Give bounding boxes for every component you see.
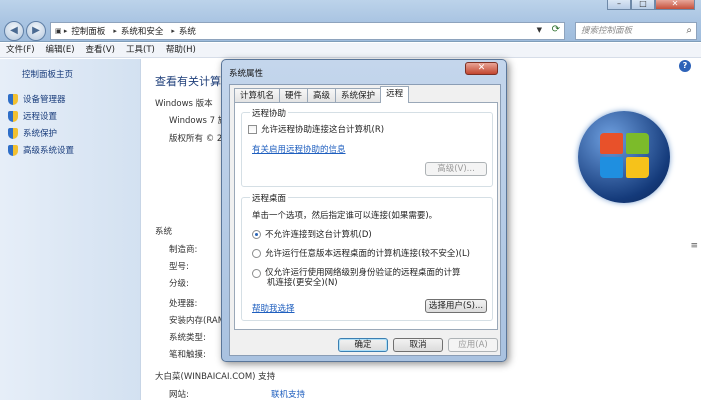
menu-tools[interactable]: 工具(T) bbox=[126, 43, 155, 57]
tab-system-protection[interactable]: 系统保护 bbox=[335, 88, 382, 103]
close-window-button[interactable]: ✕ bbox=[655, 0, 695, 10]
scroll-grip-icon[interactable]: ≡ bbox=[690, 241, 698, 251]
radio-button bbox=[252, 269, 261, 278]
search-placeholder: 搜索控制面板 bbox=[581, 26, 633, 36]
select-users-button[interactable]: 选择用户(S)... bbox=[425, 299, 487, 313]
support-heading: 大白菜(WINBAICAI.COM) 支持 bbox=[155, 372, 276, 382]
field-system-type: 系统类型: bbox=[169, 333, 206, 343]
left-task-pane: 控制面板主页 设备管理器 远程设置 系统保护 高级系统设置 bbox=[0, 59, 141, 400]
radio-no-connection[interactable]: 不允许连接到这台计算机(D) bbox=[252, 228, 372, 240]
field-ram: 安装内存(RAM bbox=[169, 316, 226, 326]
shield-icon bbox=[8, 144, 18, 156]
page-title: 查看有关计算 bbox=[155, 75, 221, 88]
menu-view[interactable]: 查看(V) bbox=[86, 43, 115, 57]
search-input[interactable]: 搜索控制面板 ⌕ bbox=[575, 22, 697, 40]
dialog-close-button[interactable]: ✕ bbox=[465, 62, 498, 75]
apply-button[interactable]: 应用(A) bbox=[448, 338, 498, 352]
field-rating: 分级: bbox=[169, 279, 189, 289]
remote-desktop-instruction: 单击一个选项，然后指定谁可以连接(如果需要)。 bbox=[252, 211, 438, 221]
window-titlebar: – □ ✕ ◀ ▶ ▣ ▸ 控制面板 ▸ 系统和安全 ▸ 系统 ▼ ⟳ 搜索控制… bbox=[0, 0, 701, 42]
window-controls: – □ ✕ bbox=[607, 0, 695, 10]
radio-button bbox=[252, 248, 261, 258]
tab-remote[interactable]: 远程 bbox=[380, 86, 410, 103]
sidebar-item-label: 设备管理器 bbox=[23, 95, 66, 105]
tab-computer-name[interactable]: 计算机名 bbox=[234, 88, 281, 103]
chevron-right-icon: ▸ bbox=[171, 27, 175, 35]
radio-label: 不允许连接到这台计算机(D) bbox=[265, 230, 372, 240]
forward-button[interactable]: ▶ bbox=[26, 21, 46, 41]
radio-any-version[interactable]: 允许运行任意版本远程桌面的计算机连接(较不安全)(L) bbox=[252, 247, 470, 259]
control-panel-home-link[interactable]: 控制面板主页 bbox=[22, 68, 73, 80]
breadcrumb-system-security[interactable]: 系统和安全 bbox=[121, 25, 164, 37]
cancel-button[interactable]: 取消 bbox=[393, 338, 443, 352]
menu-help[interactable]: 帮助(H) bbox=[166, 43, 196, 57]
windows-edition: Windows 7 旗 bbox=[169, 116, 227, 126]
breadcrumb-system[interactable]: 系统 bbox=[179, 25, 196, 37]
help-icon[interactable]: ? bbox=[679, 60, 691, 72]
remote-desktop-heading: 远程桌面 bbox=[250, 192, 289, 204]
checkbox-box bbox=[248, 124, 257, 134]
radio-label: 允许运行任意版本远程桌面的计算机连接(较不安全)(L) bbox=[265, 249, 471, 259]
field-manufacturer: 制造商: bbox=[169, 245, 198, 255]
sidebar-item-remote-settings[interactable]: 远程设置 bbox=[8, 110, 57, 122]
radio-label-line-2: 机连接(更安全)(N) bbox=[267, 278, 338, 288]
tab-strip: 计算机名 硬件 高级 系统保护 远程 bbox=[234, 86, 410, 103]
minimize-button[interactable]: – bbox=[607, 0, 631, 10]
search-icon[interactable]: ⌕ bbox=[686, 23, 692, 39]
sidebar-item-system-protection[interactable]: 系统保护 bbox=[8, 127, 57, 139]
menu-file[interactable]: 文件(F) bbox=[6, 43, 35, 57]
menu-bar: 文件(F) 编辑(E) 查看(V) 工具(T) 帮助(H) bbox=[0, 43, 701, 58]
edition-heading: Windows 版本 bbox=[155, 99, 213, 109]
dialog-body: 计算机名 硬件 高级 系统保护 远程 远程协助 允许远程协助连接这台计算机(R)… bbox=[229, 84, 501, 356]
tab-hardware[interactable]: 硬件 bbox=[279, 88, 309, 103]
chevron-right-icon: ▸ bbox=[113, 27, 117, 35]
field-website: 网站: bbox=[169, 390, 189, 400]
dialog-title: 系统属性 bbox=[229, 69, 264, 79]
back-button[interactable]: ◀ bbox=[4, 21, 24, 41]
menu-edit[interactable]: 编辑(E) bbox=[46, 43, 75, 57]
sidebar-item-device-manager[interactable]: 设备管理器 bbox=[8, 93, 66, 105]
sidebar-item-advanced-settings[interactable]: 高级系统设置 bbox=[8, 144, 74, 156]
radio-label-line-1: 仅允许运行使用网络级别身份验证的远程桌面的计算 bbox=[265, 268, 461, 278]
system-heading: 系统 bbox=[155, 227, 173, 237]
remote-desktop-group: 远程桌面 单击一个选项，然后指定谁可以连接(如果需要)。 不允许连接到这台计算机… bbox=[241, 192, 493, 321]
shield-icon bbox=[8, 93, 18, 105]
windows-logo-icon bbox=[578, 111, 670, 203]
allow-remote-assistance-checkbox[interactable]: 允许远程协助连接这台计算机(R) bbox=[248, 123, 384, 135]
control-panel-icon: ▣ ▸ bbox=[55, 27, 68, 35]
sidebar-item-label: 远程设置 bbox=[23, 112, 58, 122]
help-me-choose-link[interactable]: 帮助我选择 bbox=[252, 302, 295, 314]
address-bar[interactable]: ▣ ▸ 控制面板 ▸ 系统和安全 ▸ 系统 ▼ ⟳ bbox=[50, 22, 565, 40]
breadcrumb-control-panel[interactable]: 控制面板 bbox=[71, 25, 105, 37]
shield-icon bbox=[8, 110, 18, 122]
refresh-icon[interactable]: ⟳ bbox=[552, 24, 560, 35]
sidebar-item-label: 系统保护 bbox=[23, 129, 58, 139]
remote-assistance-group: 远程协助 允许远程协助连接这台计算机(R) 有关启用远程协助的信息 高级(V).… bbox=[241, 107, 493, 187]
radio-nla-only[interactable]: 仅允许运行使用网络级别身份验证的远程桌面的计算 机连接(更安全)(N) bbox=[252, 268, 461, 288]
field-model: 型号: bbox=[169, 262, 189, 272]
radio-button-selected bbox=[252, 229, 261, 239]
advanced-button[interactable]: 高级(V)... bbox=[425, 162, 487, 176]
ok-button[interactable]: 确定 bbox=[338, 338, 388, 352]
checkbox-label: 允许远程协助连接这台计算机(R) bbox=[261, 125, 385, 135]
remote-assistance-info-link[interactable]: 有关启用远程协助的信息 bbox=[252, 143, 346, 155]
remote-assistance-heading: 远程协助 bbox=[250, 107, 289, 119]
tab-advanced[interactable]: 高级 bbox=[307, 88, 337, 103]
copyright-text: 版权所有 © 2 bbox=[169, 134, 223, 144]
system-properties-dialog: 系统属性 ✕ 计算机名 硬件 高级 系统保护 远程 远程协助 允许远程协助连接这… bbox=[221, 59, 507, 362]
chevron-down-icon[interactable]: ▼ bbox=[537, 26, 542, 34]
shield-icon bbox=[8, 127, 18, 139]
radio-label: 仅允许运行使用网络级别身份验证的远程桌面的计算 机连接(更安全)(N) bbox=[265, 268, 461, 288]
maximize-button[interactable]: □ bbox=[631, 0, 655, 10]
field-processor: 处理器: bbox=[169, 299, 198, 309]
online-support-link[interactable]: 联机支持 bbox=[271, 388, 305, 400]
field-pen-touch: 笔和触摸: bbox=[169, 350, 206, 360]
remote-tab-panel: 远程协助 允许远程协助连接这台计算机(R) 有关启用远程协助的信息 高级(V).… bbox=[234, 102, 498, 330]
sidebar-item-label: 高级系统设置 bbox=[23, 146, 75, 156]
windows-flag-icon bbox=[600, 133, 650, 179]
